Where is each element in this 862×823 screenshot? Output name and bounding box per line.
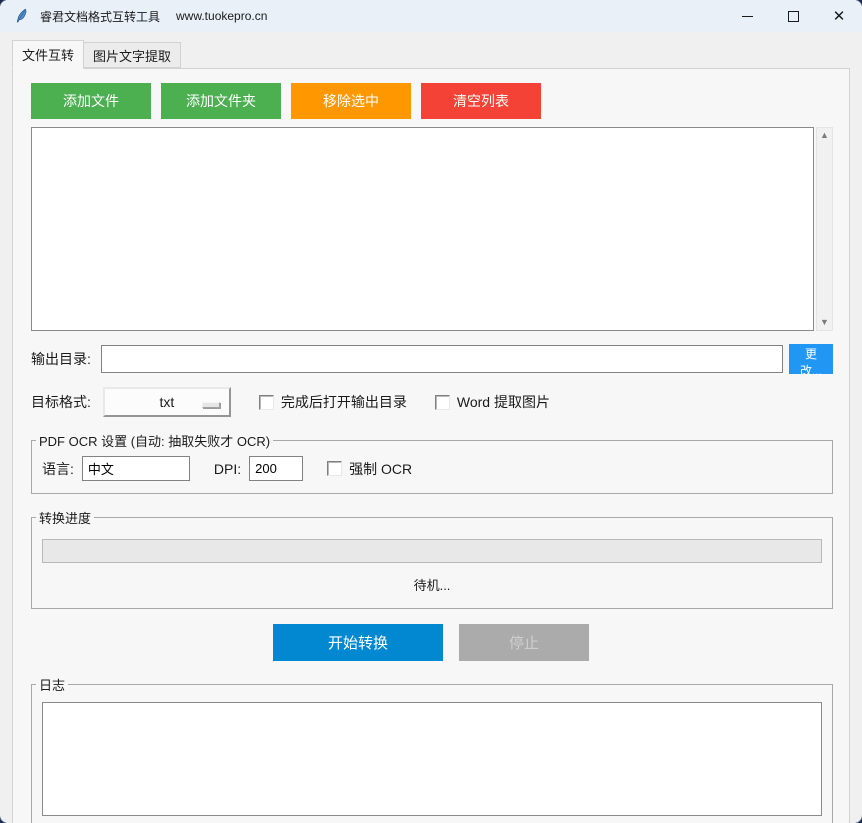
minimize-button[interactable] bbox=[724, 0, 770, 32]
output-dir-input[interactable] bbox=[101, 345, 783, 373]
ocr-settings-legend: PDF OCR 设置 (自动: 抽取失败才 OCR) bbox=[36, 431, 273, 450]
add-files-button[interactable]: 添加文件 bbox=[31, 83, 151, 119]
change-dir-button[interactable]: 更改... bbox=[789, 344, 833, 374]
ocr-dpi-input[interactable] bbox=[249, 456, 303, 481]
progress-legend: 转换进度 bbox=[36, 508, 94, 527]
window-controls: ✕ bbox=[724, 0, 862, 32]
dropdown-indicator-icon bbox=[202, 402, 220, 408]
maximize-button[interactable] bbox=[770, 0, 816, 32]
remove-selected-button[interactable]: 移除选中 bbox=[291, 83, 411, 119]
app-window: 睿君文档格式互转工具 www.tuokepro.cn ✕ 文件互转 图片文字提取… bbox=[0, 0, 862, 823]
log-group: 日志 bbox=[31, 675, 833, 823]
checkbox-icon bbox=[435, 395, 450, 410]
ocr-language-input[interactable] bbox=[82, 456, 190, 481]
maximize-icon bbox=[788, 11, 799, 22]
log-legend: 日志 bbox=[36, 675, 68, 694]
format-row: 目标格式: txt 完成后打开输出目录 Word 提取图片 bbox=[31, 387, 833, 417]
output-dir-label: 输出目录: bbox=[31, 349, 91, 369]
close-button[interactable]: ✕ bbox=[816, 0, 862, 32]
file-list-container: ▲ ▼ bbox=[31, 127, 833, 331]
stop-button: 停止 bbox=[459, 624, 589, 661]
scroll-up-icon[interactable]: ▲ bbox=[820, 131, 829, 140]
tab-image-ocr[interactable]: 图片文字提取 bbox=[84, 42, 181, 68]
ocr-settings-group: PDF OCR 设置 (自动: 抽取失败才 OCR) 语言: DPI: 强制 O… bbox=[31, 431, 833, 494]
log-textarea[interactable] bbox=[42, 702, 822, 816]
window-title: 睿君文档格式互转工具 bbox=[40, 8, 160, 25]
file-listbox[interactable] bbox=[31, 127, 814, 331]
checkbox-icon bbox=[259, 395, 274, 410]
clear-list-button[interactable]: 清空列表 bbox=[421, 83, 541, 119]
format-dropdown[interactable]: txt bbox=[103, 387, 231, 417]
start-convert-button[interactable]: 开始转换 bbox=[273, 624, 443, 661]
format-label: 目标格式: bbox=[31, 392, 91, 412]
progress-status-text: 待机... bbox=[32, 575, 832, 594]
force-ocr-label: 强制 OCR bbox=[349, 459, 412, 479]
open-after-checkbox[interactable]: 完成后打开输出目录 bbox=[259, 392, 407, 412]
close-icon: ✕ bbox=[833, 9, 846, 24]
open-after-label: 完成后打开输出目录 bbox=[281, 392, 407, 412]
checkbox-icon bbox=[327, 461, 342, 476]
ocr-settings-row: 语言: DPI: 强制 OCR bbox=[32, 450, 832, 493]
tab-pane-file-convert: 添加文件 添加文件夹 移除选中 清空列表 ▲ ▼ 输出目录: 更改... 目标格… bbox=[12, 68, 850, 823]
tab-label: 图片文字提取 bbox=[93, 46, 171, 65]
file-list-scrollbar[interactable]: ▲ ▼ bbox=[816, 127, 833, 331]
minimize-icon bbox=[742, 16, 753, 17]
file-toolbar: 添加文件 添加文件夹 移除选中 清空列表 bbox=[31, 83, 833, 119]
word-images-checkbox[interactable]: Word 提取图片 bbox=[435, 392, 550, 412]
app-feather-icon bbox=[14, 8, 30, 24]
add-folder-button[interactable]: 添加文件夹 bbox=[161, 83, 281, 119]
action-buttons-row: 开始转换 停止 bbox=[13, 624, 849, 661]
ocr-dpi-label: DPI: bbox=[214, 461, 241, 477]
window-subtitle: www.tuokepro.cn bbox=[176, 9, 267, 23]
force-ocr-checkbox[interactable]: 强制 OCR bbox=[327, 459, 412, 479]
title-bar: 睿君文档格式互转工具 www.tuokepro.cn ✕ bbox=[0, 0, 862, 32]
word-images-label: Word 提取图片 bbox=[457, 392, 550, 412]
scroll-down-icon[interactable]: ▼ bbox=[820, 318, 829, 327]
progress-bar bbox=[42, 539, 822, 563]
tab-file-convert[interactable]: 文件互转 bbox=[12, 40, 84, 69]
ocr-language-label: 语言: bbox=[42, 459, 74, 479]
tab-strip: 文件互转 图片文字提取 bbox=[0, 32, 862, 68]
tab-label: 文件互转 bbox=[22, 45, 74, 64]
progress-group: 转换进度 待机... bbox=[31, 508, 833, 609]
output-dir-row: 输出目录: 更改... bbox=[31, 344, 833, 374]
format-selected-value: txt bbox=[160, 394, 175, 410]
